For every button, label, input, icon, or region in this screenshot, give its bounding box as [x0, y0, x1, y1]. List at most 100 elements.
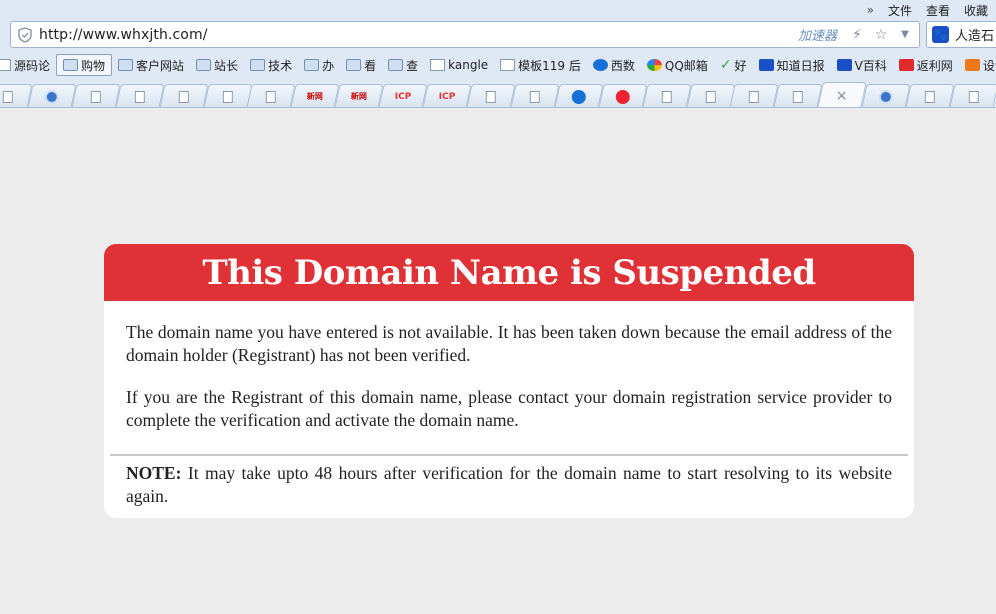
folder-icon: [346, 59, 362, 71]
tab[interactable]: [246, 84, 296, 108]
notice-body: The domain name you have entered is not …: [104, 301, 914, 508]
menu-file[interactable]: 文件: [888, 2, 912, 19]
tab[interactable]: 新网: [334, 84, 384, 108]
tab[interactable]: 新网: [290, 84, 340, 108]
favorite-item[interactable]: 返利网: [893, 54, 959, 76]
xinnet-icon: 新网: [351, 92, 368, 101]
search-input[interactable]: 人造石: [955, 25, 994, 44]
favorite-item[interactable]: 模板119 后: [494, 54, 587, 76]
qq-icon: [878, 89, 893, 104]
tab[interactable]: [554, 84, 604, 108]
qq-icon: [44, 89, 59, 104]
tab[interactable]: [115, 84, 165, 108]
folder-icon: [63, 59, 79, 71]
favorite-item[interactable]: 查: [382, 54, 424, 76]
favorite-item[interactable]: 源码论: [0, 54, 56, 76]
page-icon: [0, 59, 11, 71]
tab[interactable]: [905, 84, 955, 108]
lightning-icon[interactable]: ⚡: [847, 27, 867, 43]
favorite-item[interactable]: V百科: [831, 54, 893, 76]
favorite-label: V百科: [854, 58, 887, 73]
favorite-item[interactable]: 客户网站: [112, 54, 190, 76]
tab[interactable]: [685, 84, 735, 108]
tab[interactable]: [773, 84, 823, 108]
favorite-label: 西数: [610, 58, 635, 73]
favorite-label: 设计: [982, 58, 996, 73]
red-logo-icon: [615, 89, 630, 104]
page-icon: [705, 90, 716, 103]
favorite-label: 技术: [268, 58, 293, 73]
accelerator-button[interactable]: 加速器: [798, 25, 837, 44]
suspended-notice-card: This Domain Name is Suspended The domain…: [104, 244, 914, 518]
favorite-item[interactable]: 购物: [56, 54, 113, 76]
tab[interactable]: [598, 84, 648, 108]
tab[interactable]: [27, 84, 77, 108]
page-icon: [529, 90, 540, 103]
folder-icon: [250, 59, 266, 71]
page-icon: [134, 90, 145, 103]
tab[interactable]: [642, 84, 692, 108]
page-icon: [266, 90, 277, 103]
icp-icon: ICP: [438, 91, 456, 102]
favorite-item[interactable]: QQ邮箱: [641, 54, 714, 76]
menu-view[interactable]: 查看: [926, 2, 950, 19]
more-menu-icon[interactable]: »: [867, 3, 874, 17]
menu-favorites[interactable]: 收藏: [964, 2, 988, 19]
favorite-item[interactable]: kangle: [424, 54, 494, 76]
address-bar[interactable]: http://www.whxjth.com/ 加速器 ⚡ ☆ ▼: [10, 21, 920, 48]
page-icon: [793, 90, 804, 103]
red-square-icon: [898, 59, 914, 71]
tab[interactable]: [729, 84, 779, 108]
favorite-item[interactable]: 技术: [244, 54, 298, 76]
tab[interactable]: [510, 84, 560, 108]
tab-active[interactable]: ×: [817, 82, 867, 108]
star-icon[interactable]: ☆: [871, 27, 891, 43]
favorite-label: 看: [364, 58, 377, 73]
page-icon: [749, 90, 760, 103]
baidu-paw-icon[interactable]: 🐾: [932, 26, 949, 43]
tab[interactable]: [202, 84, 252, 108]
favorite-label: 购物: [81, 58, 106, 73]
dropdown-arrow-icon[interactable]: ▼: [895, 29, 915, 40]
folder-icon: [304, 59, 320, 71]
page-icon: [485, 90, 496, 103]
notice-paragraph-1: The domain name you have entered is not …: [126, 322, 892, 365]
tab[interactable]: ICP: [422, 84, 472, 108]
baidu-icon: [758, 59, 774, 71]
favorite-item[interactable]: 知道日报: [753, 54, 831, 76]
url-input[interactable]: http://www.whxjth.com/: [39, 27, 798, 43]
green-check-icon: ✓: [719, 57, 732, 73]
close-tab-icon[interactable]: ×: [836, 88, 848, 104]
note-text: It may take upto 48 hours after verifica…: [126, 463, 892, 506]
favorite-label: 好: [734, 58, 747, 73]
favorite-label: 办: [322, 58, 335, 73]
tab[interactable]: [466, 84, 516, 108]
favorite-item[interactable]: 办: [298, 54, 340, 76]
shield-icon[interactable]: [11, 22, 39, 47]
favorite-label: kangle: [448, 58, 489, 72]
tab-strip: 新网 新网 ICP ICP ×: [0, 81, 996, 108]
page-icon: [430, 59, 446, 71]
notice-note: NOTE: It may take upto 48 hours after ve…: [126, 462, 892, 508]
favorite-label: 查: [406, 58, 419, 73]
favorite-label: 客户网站: [136, 58, 185, 73]
chrome-divider: [0, 107, 996, 108]
favorite-item[interactable]: 西数: [587, 54, 641, 76]
tab[interactable]: [861, 84, 911, 108]
favorite-item[interactable]: 站长: [190, 54, 244, 76]
tab[interactable]: ICP: [378, 84, 428, 108]
favorite-item[interactable]: 看: [340, 54, 382, 76]
icp-icon: ICP: [394, 91, 412, 102]
tab[interactable]: [159, 84, 209, 108]
search-box[interactable]: 🐾 人造石: [926, 21, 996, 48]
orange-square-icon: [964, 59, 980, 71]
favorite-item[interactable]: ✓ 好: [714, 54, 753, 76]
page-icon: [2, 90, 13, 103]
tab[interactable]: [71, 84, 121, 108]
favorite-item[interactable]: 设计: [959, 54, 996, 76]
top-menu: » 文件 查看 收藏: [867, 0, 996, 20]
xinnet-icon: 新网: [307, 92, 324, 101]
tab[interactable]: [949, 84, 996, 108]
browser-chrome: » 文件 查看 收藏 http://www.whxjth.com/ 加速器 ⚡ …: [0, 0, 996, 108]
blue-circle-icon: [592, 59, 608, 71]
